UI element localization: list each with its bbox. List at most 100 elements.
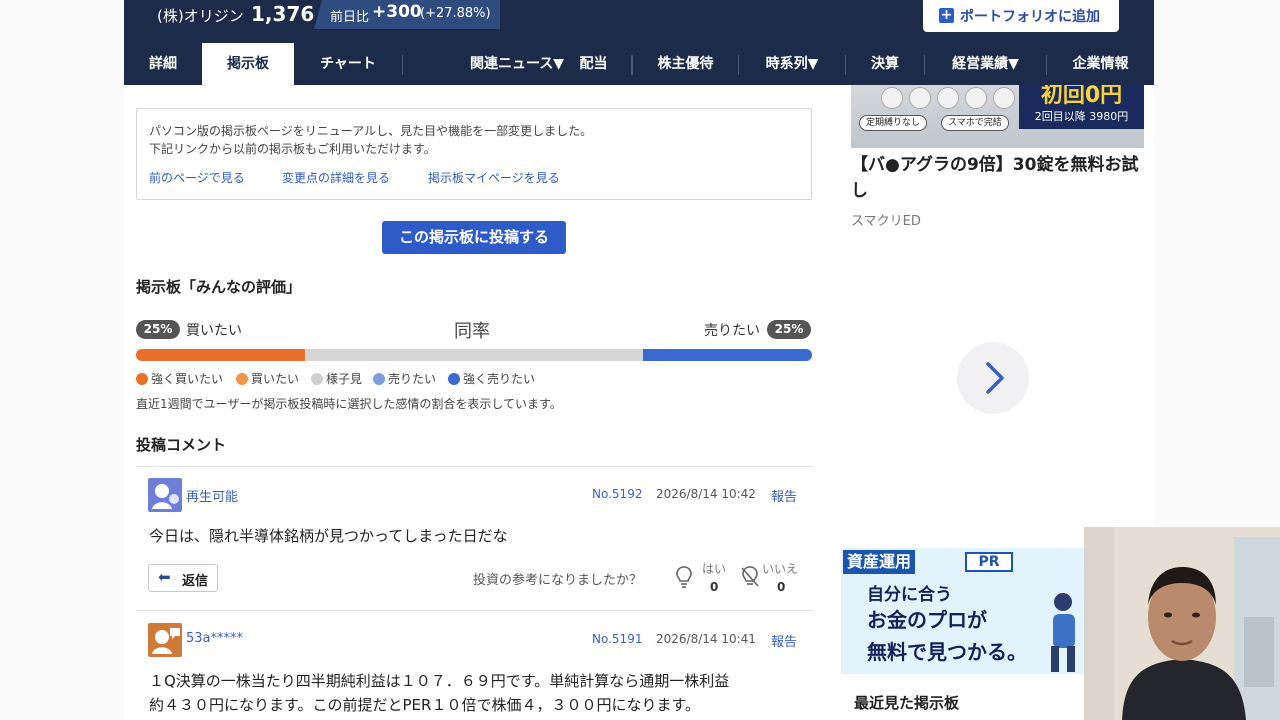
legend-dot xyxy=(448,373,460,385)
ad2-line: お金のプロが xyxy=(867,608,987,632)
vote-yes-count: 0 xyxy=(710,580,719,594)
comment-text: 今日は、隠れ半導体銘柄が見つかってしまった日だな xyxy=(149,527,508,545)
tab-dividend[interactable]: 配当 xyxy=(555,43,632,85)
lightbulb-off-icon[interactable] xyxy=(741,566,759,593)
legend-label: 強く売りたい xyxy=(463,372,536,386)
comment-text: １Q決算の一株当たり四半期純利益は１０７．６９円です。単純計算なら通期一株利益 xyxy=(149,672,730,690)
ad2-line: 無料で見つかる。 xyxy=(867,640,1027,664)
report-link[interactable]: 報告 xyxy=(771,631,797,650)
legend-dot xyxy=(136,373,148,385)
reply-arrow-icon: ⬅ xyxy=(158,568,171,586)
comment-text: 約４３０円になります。この前提だとPER１０倍で株価４，３００円になります。 xyxy=(149,696,700,714)
tab-board[interactable]: 掲示板 xyxy=(202,43,294,85)
helpful-question: 投資の参考になりましたか？ xyxy=(473,573,643,588)
comment-number[interactable]: No.5191 xyxy=(592,632,642,646)
webcam-overlay xyxy=(1084,527,1280,720)
notice-line: 下記リンクから以前の掲示板もご利用いただけます。 xyxy=(149,142,436,156)
buy-percent-badge: 25% xyxy=(136,320,180,339)
legend-neutral: 様子見 xyxy=(311,370,362,387)
pill-graphic xyxy=(937,87,959,109)
stock-name: (株)オリジン xyxy=(157,7,244,25)
legend-dot xyxy=(373,373,385,385)
sell-percent-badge: 25% xyxy=(767,320,811,339)
ad-promo-sub: 2回目以降 3980円 xyxy=(1034,110,1129,123)
reply-button[interactable]: ⬅ 返信 xyxy=(148,564,218,592)
ad-title[interactable]: 【バ●アグラの9倍】30錠を無料お試し xyxy=(851,152,1144,204)
tab-company-info[interactable]: 企業情報 xyxy=(1047,43,1154,85)
recent-boards-title: 最近見た掲示板 xyxy=(854,694,960,712)
divider xyxy=(136,466,812,467)
tab-details[interactable]: 詳細 xyxy=(124,43,202,85)
legend-dot xyxy=(236,373,248,385)
renewal-notice: パソコン版の掲示板ページをリニューアルし、見た目や機能を一部変更しました。 下記… xyxy=(136,108,812,200)
pill-graphic xyxy=(881,87,903,109)
comments-title: 投稿コメント xyxy=(136,436,227,454)
legend-label: 強く買いたい xyxy=(151,372,224,386)
ad-tag: スマホで完結 xyxy=(941,115,1009,131)
pill-graphic xyxy=(993,87,1015,109)
price-change-box: 前日比 +300 (+27.88%) xyxy=(314,0,500,29)
evaluation-note: 直近1週間でユーザーが掲示板投稿時に選択した感情の割合を表示しています。 xyxy=(136,397,562,411)
lightbulb-icon[interactable] xyxy=(676,566,692,593)
comment-user-name[interactable]: 53a***** xyxy=(186,631,243,646)
tab-shareholder-benefits[interactable]: 株主優待 xyxy=(633,43,738,85)
legend-strong-buy: 強く買いたい xyxy=(136,370,223,387)
changes-detail-link[interactable]: 変更点の詳細を見る xyxy=(282,169,390,186)
legend-label: 様子見 xyxy=(326,372,363,386)
comment-user-name[interactable]: 再生可能 xyxy=(186,486,238,505)
post-to-board-button[interactable]: この掲示板に投稿する xyxy=(382,221,566,254)
ad2-pr-badge: PR xyxy=(965,552,1013,572)
ad-sponsor: スマクリED xyxy=(851,214,921,229)
legend-sell: 売りたい xyxy=(373,370,436,387)
legend-strong-sell: 強く売りたい xyxy=(448,370,535,387)
notice-line: パソコン版の掲示板ページをリニューアルし、見た目や機能を一部変更しました。 xyxy=(149,124,593,138)
comment-number[interactable]: No.5192 xyxy=(592,487,642,501)
ad-banner[interactable]: 初回0円 2回目以降 3980円 定期縛りなし スマホで完結 xyxy=(851,85,1144,148)
ad2-heading: 資産運用 xyxy=(843,550,916,574)
stock-header: (株)オリジン 1,376 前日比 +300 (+27.88%) + ポートフォ… xyxy=(124,0,1154,43)
tab-performance[interactable]: 経営業績▼ xyxy=(925,43,1046,85)
legend-buy: 買いたい xyxy=(236,370,299,387)
person-illustration xyxy=(1051,593,1075,672)
sentiment-segment xyxy=(643,349,812,361)
asset-management-ad[interactable]: 資産運用 PR 自分に合う お金のプロが 無料で見つかる。 xyxy=(841,548,1087,674)
avatar[interactable] xyxy=(148,623,182,657)
presenter-video xyxy=(1084,527,1280,720)
legend-label: 買いたい xyxy=(251,372,300,386)
sell-label: 売りたい xyxy=(704,323,760,339)
previous-page-link[interactable]: 前のページで見る xyxy=(149,169,245,186)
comment-date: 2026/8/14 10:41 xyxy=(656,632,756,646)
vote-no-count: 0 xyxy=(777,580,786,594)
stock-price: 1,376 xyxy=(251,2,315,26)
pill-graphic xyxy=(909,87,931,109)
legend-label: 売りたい xyxy=(388,372,437,386)
comment-date: 2026/8/14 10:42 xyxy=(656,487,756,501)
vote-no-label: いいえ xyxy=(762,562,799,576)
report-link[interactable]: 報告 xyxy=(771,486,797,505)
change-label: 前日比 xyxy=(330,10,370,25)
tab-bar: 詳細 掲示板 チャート 関連ニュース▼ 配当 株主優待 時系列▼ 決算 経営業績… xyxy=(124,43,1154,85)
ad2-line: 自分に合う xyxy=(867,585,952,605)
reply-label: 返信 xyxy=(182,574,209,589)
chevron-right-icon[interactable] xyxy=(957,342,1029,414)
tab-time-series[interactable]: 時系列▼ xyxy=(739,43,845,85)
board-mypage-link[interactable]: 掲示板マイページを見る xyxy=(428,169,560,186)
divider xyxy=(136,610,812,611)
add-portfolio-button[interactable]: + ポートフォリオに追加 xyxy=(923,0,1119,32)
vote-yes-label: はい xyxy=(702,562,727,576)
sentiment-segment xyxy=(136,349,305,361)
pill-graphic xyxy=(965,87,987,109)
add-portfolio-label: ポートフォリオに追加 xyxy=(960,9,1100,25)
sentiment-bar xyxy=(136,349,812,361)
avatar-user-icon xyxy=(152,628,180,654)
change-percent: (+27.88%) xyxy=(420,6,491,21)
avatar[interactable] xyxy=(148,478,182,512)
tab-chart[interactable]: チャート xyxy=(294,43,402,85)
change-value: +300 xyxy=(372,2,422,22)
evaluation-title: 掲示板「みんなの評価」 xyxy=(136,278,302,296)
legend-dot xyxy=(311,373,323,385)
evaluation-center-label: 同率 xyxy=(454,321,490,342)
sentiment-segment xyxy=(305,349,643,361)
avatar-user-icon xyxy=(152,484,179,509)
tab-earnings[interactable]: 決算 xyxy=(846,43,924,85)
